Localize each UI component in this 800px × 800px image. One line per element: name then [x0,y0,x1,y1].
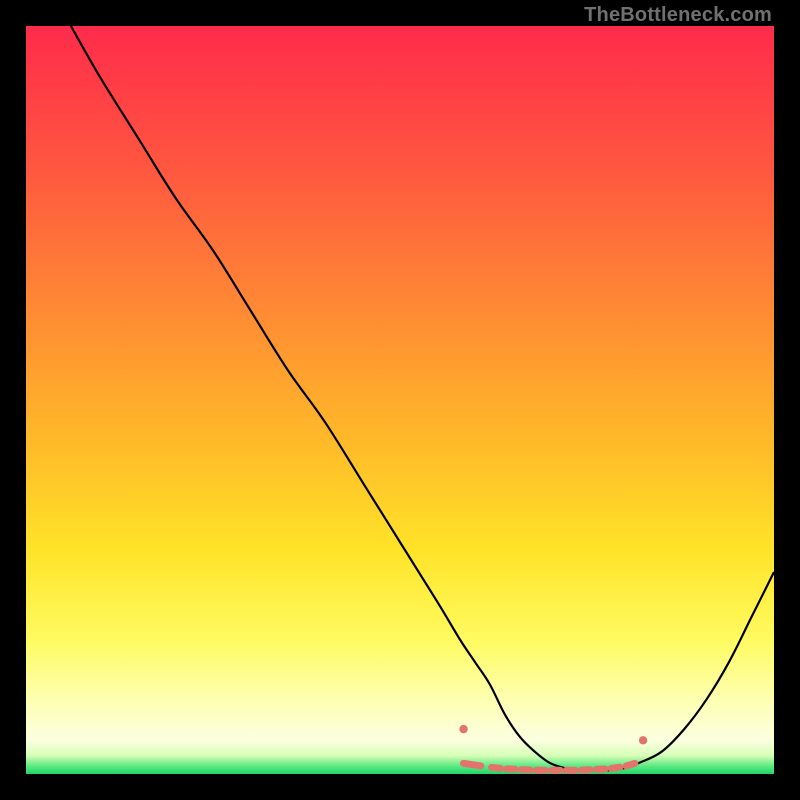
chart-container: TheBottleneck.com [0,0,800,800]
bottleneck-curve [71,26,774,770]
dash-dot [639,736,647,744]
watermark-label: TheBottleneck.com [584,4,772,27]
dash-segment [492,767,501,768]
dash-segment [463,763,480,766]
curve-layer [26,26,774,774]
plot-area [26,26,774,774]
dash-dot [459,725,467,733]
dash-segment [626,763,635,766]
dash-segment [611,767,620,768]
